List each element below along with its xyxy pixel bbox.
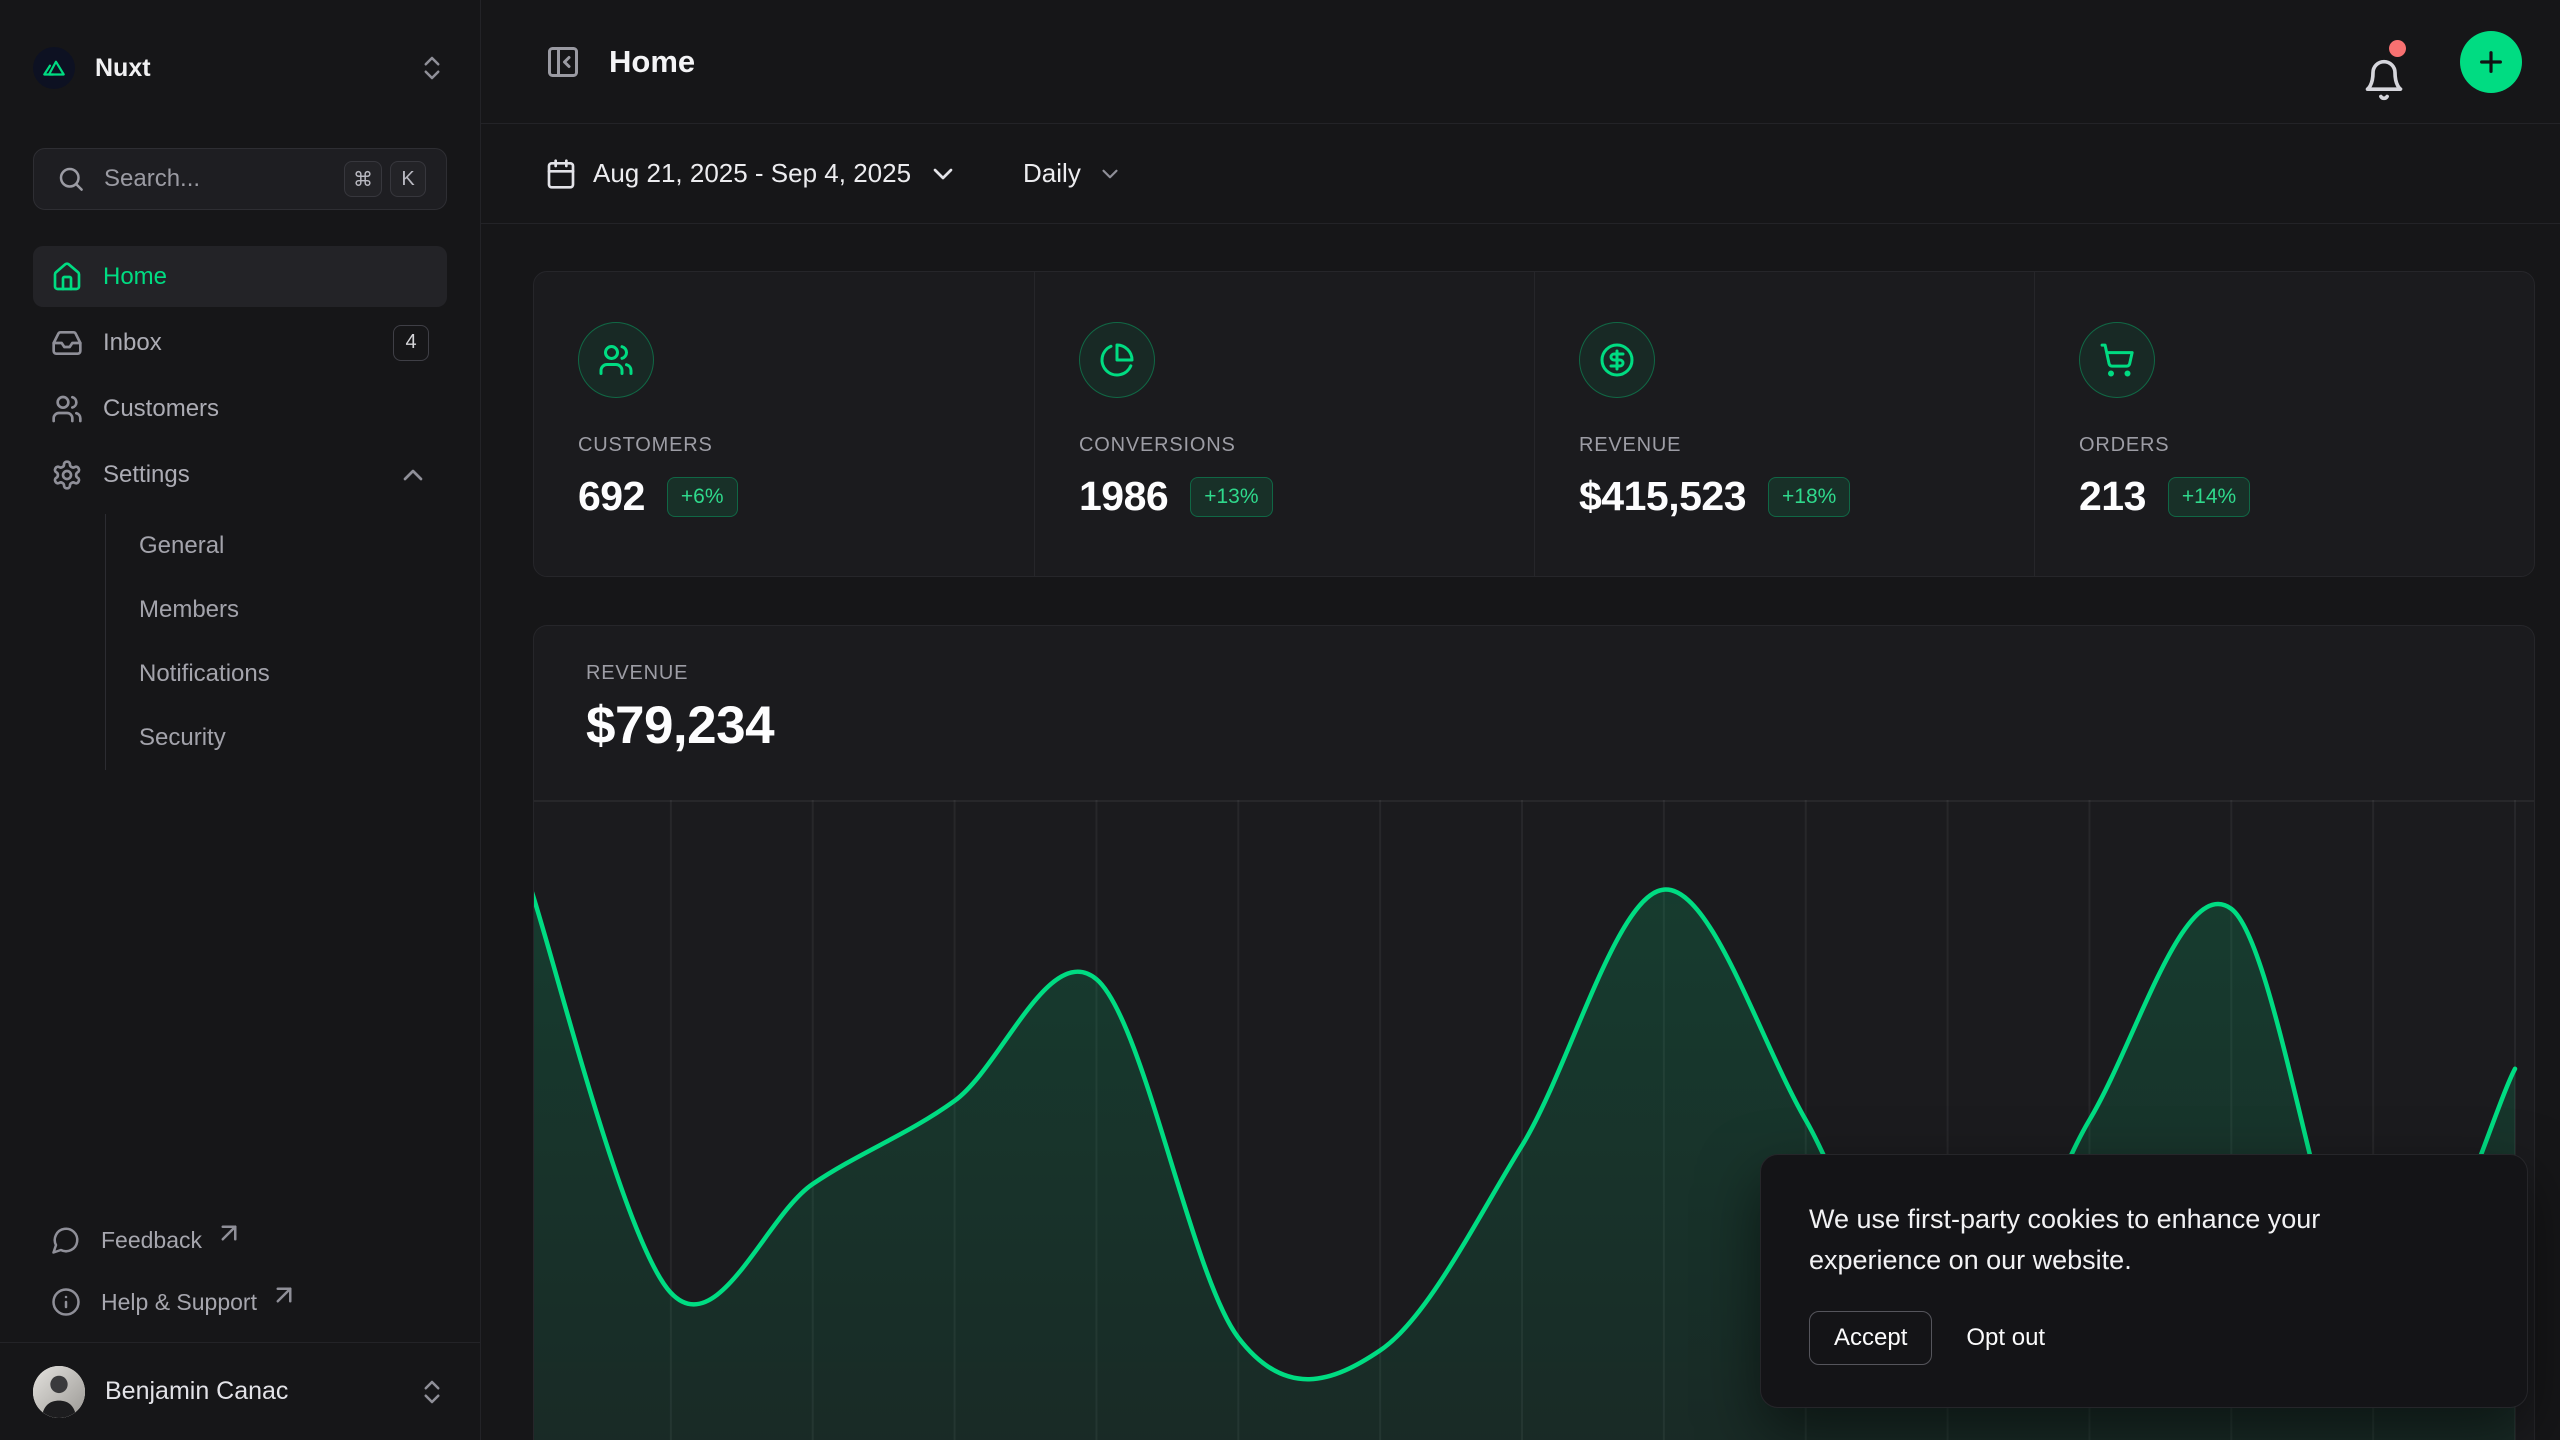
user-menu[interactable]: Benjamin Canac xyxy=(0,1343,480,1440)
stat-value: 213 xyxy=(2079,473,2146,520)
stats-card: CUSTOMERS 692 +6% CONVERSIONS 1986 +13% … xyxy=(533,271,2535,577)
revenue-chart-value: $79,234 xyxy=(586,695,2482,756)
home-icon xyxy=(51,261,83,293)
sidebar-item-label: Inbox xyxy=(103,329,373,357)
info-circle-icon xyxy=(51,1287,81,1317)
feedback-label: Feedback xyxy=(101,1227,202,1254)
chevron-down-icon xyxy=(1097,161,1123,187)
stat-tile-orders[interactable]: ORDERS 213 +14% xyxy=(2034,272,2534,576)
accept-cookies-button[interactable]: Accept xyxy=(1809,1311,1932,1365)
users-icon xyxy=(51,393,83,425)
plus-icon xyxy=(2475,46,2507,78)
sidebar-item-label: Customers xyxy=(103,395,429,423)
search-shortcut: ⌘ K xyxy=(344,161,426,197)
stat-value: 1986 xyxy=(1079,473,1168,520)
help-support-label: Help & Support xyxy=(101,1289,257,1316)
stat-value: 692 xyxy=(578,473,645,520)
gear-icon xyxy=(51,459,83,491)
workspace-switcher[interactable]: Nuxt xyxy=(33,36,447,100)
search-placeholder: Search... xyxy=(104,165,326,193)
stat-label: REVENUE xyxy=(1579,434,1990,457)
help-support-link[interactable]: Help & Support xyxy=(33,1276,447,1328)
chevron-up-icon xyxy=(397,459,429,491)
cookie-message: We use first-party cookies to enhance yo… xyxy=(1809,1199,2399,1281)
stat-label: CUSTOMERS xyxy=(578,434,990,457)
stat-tile-customers[interactable]: CUSTOMERS 692 +6% xyxy=(534,272,1034,576)
nuxt-logo xyxy=(33,47,75,89)
date-range-value: Aug 21, 2025 - Sep 4, 2025 xyxy=(593,158,911,189)
sidebar-spacer xyxy=(0,774,480,1214)
sidebar-item-inbox[interactable]: Inbox 4 xyxy=(33,312,447,373)
filter-toolbar: Aug 21, 2025 - Sep 4, 2025 Daily xyxy=(481,124,2560,224)
sidebar-item-home[interactable]: Home xyxy=(33,246,447,307)
search-icon xyxy=(56,164,86,194)
shopping-cart-icon xyxy=(2099,342,2135,378)
sidebar-item-customers[interactable]: Customers xyxy=(33,378,447,439)
sidebar-footer-links: Feedback Help & Support xyxy=(33,1214,447,1328)
external-link-icon xyxy=(214,1218,244,1248)
sidebar-item-security[interactable]: Security xyxy=(106,706,447,770)
avatar xyxy=(33,1366,85,1418)
chevrons-up-down-icon xyxy=(417,53,447,83)
external-link-icon xyxy=(269,1280,299,1310)
stat-label: CONVERSIONS xyxy=(1079,434,1490,457)
cookie-banner: We use first-party cookies to enhance yo… xyxy=(1760,1154,2528,1408)
granularity-value: Daily xyxy=(1023,158,1081,189)
notification-dot xyxy=(2389,40,2406,57)
stat-label: ORDERS xyxy=(2079,434,2490,457)
search-input[interactable]: Search... ⌘ K xyxy=(33,148,447,210)
sidebar-item-label: Home xyxy=(103,263,429,291)
inbox-count-badge: 4 xyxy=(393,325,429,361)
feedback-link[interactable]: Feedback xyxy=(33,1214,447,1266)
revenue-chart-label: REVENUE xyxy=(586,662,2482,685)
stat-delta-badge: +6% xyxy=(667,477,738,517)
stat-value: $415,523 xyxy=(1579,473,1746,520)
sidebar-item-label: Settings xyxy=(103,461,377,489)
user-name: Benjamin Canac xyxy=(105,1377,397,1406)
stat-delta-badge: +13% xyxy=(1190,477,1272,517)
stat-delta-badge: +14% xyxy=(2168,477,2250,517)
page-title: Home xyxy=(609,44,2334,80)
nuxt-logo-icon xyxy=(41,55,67,81)
sidebar-item-general[interactable]: General xyxy=(106,514,447,578)
chevrons-up-down-icon xyxy=(417,1377,447,1407)
notifications-button[interactable] xyxy=(2362,40,2406,84)
sidebar-item-members[interactable]: Members xyxy=(106,578,447,642)
calendar-icon xyxy=(545,158,577,190)
settings-subnav: General Members Notifications Security xyxy=(105,514,447,770)
optout-cookies-button[interactable]: Opt out xyxy=(1962,1312,2049,1364)
collapse-sidebar-button[interactable] xyxy=(545,44,581,80)
inbox-icon xyxy=(51,327,83,359)
stat-tile-conversions[interactable]: CONVERSIONS 1986 +13% xyxy=(1034,272,1534,576)
granularity-select[interactable]: Daily xyxy=(1023,158,1123,189)
date-range-picker[interactable]: Aug 21, 2025 - Sep 4, 2025 xyxy=(545,158,959,190)
circle-dollar-icon xyxy=(1599,342,1635,378)
message-bubble-icon xyxy=(51,1225,81,1255)
users-icon xyxy=(598,342,634,378)
workspace-name: Nuxt xyxy=(95,54,397,83)
chevron-down-icon xyxy=(927,158,959,190)
stat-tile-revenue[interactable]: REVENUE $415,523 +18% xyxy=(1534,272,2034,576)
pie-chart-icon xyxy=(1099,342,1135,378)
add-button[interactable] xyxy=(2460,31,2522,93)
sidebar-item-notifications[interactable]: Notifications xyxy=(106,642,447,706)
sidebar-nav: Home Inbox 4 Customers Settings General … xyxy=(33,246,447,774)
stat-delta-badge: +18% xyxy=(1768,477,1850,517)
kbd-cmd: ⌘ xyxy=(344,161,382,197)
page-header: Home xyxy=(481,0,2560,124)
sidebar: Nuxt Search... ⌘ K Home Inbox 4 Customer… xyxy=(0,0,481,1440)
kbd-k: K xyxy=(390,161,426,197)
bell-icon xyxy=(2362,58,2406,102)
sidebar-item-settings[interactable]: Settings xyxy=(33,444,447,505)
